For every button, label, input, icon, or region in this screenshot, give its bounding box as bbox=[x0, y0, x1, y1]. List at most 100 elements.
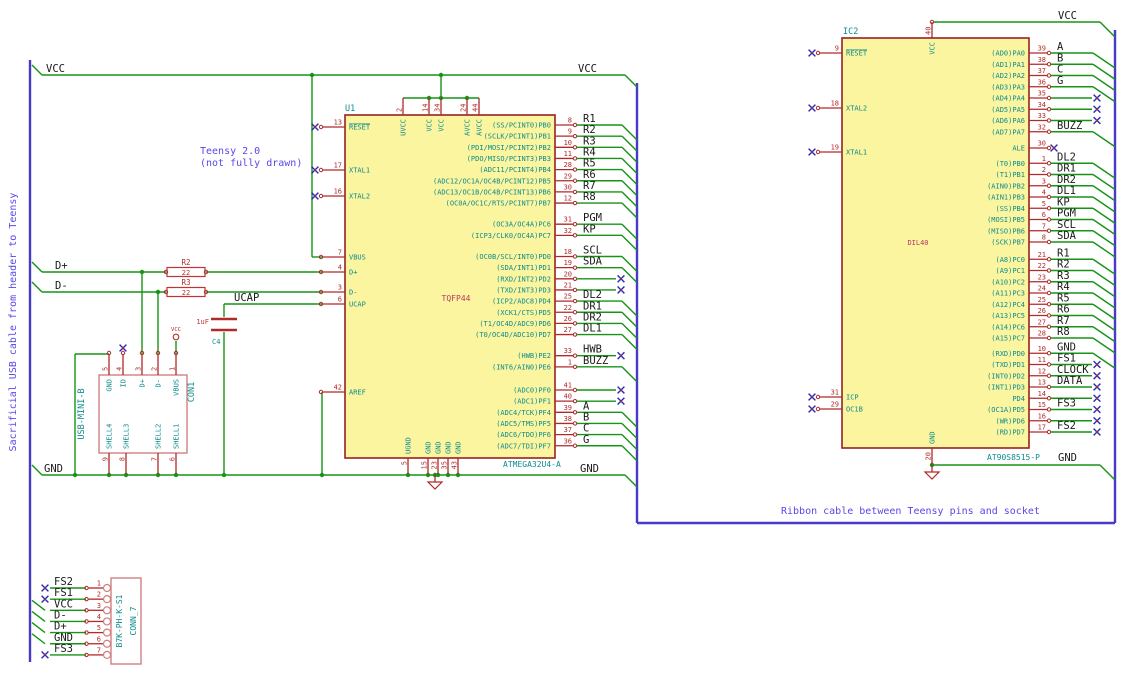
net-label[interactable]: BUZZ bbox=[583, 355, 608, 367]
net-label[interactable]: KP bbox=[1057, 196, 1070, 208]
net-label[interactable]: D+ bbox=[55, 260, 68, 272]
net-label[interactable]: DL1 bbox=[1057, 185, 1076, 197]
pin-end bbox=[620, 400, 622, 403]
pin-name: (AIN0)PB2 bbox=[987, 182, 1025, 190]
capacitor-ref[interactable]: C4 bbox=[212, 338, 220, 346]
net-label[interactable]: SDA bbox=[583, 256, 603, 268]
net-label[interactable]: R2 bbox=[1057, 259, 1070, 271]
pin-number: 39 bbox=[564, 404, 572, 412]
ground-symbol[interactable] bbox=[426, 481, 444, 490]
net-label[interactable]: FS2 bbox=[1057, 420, 1076, 432]
net-label[interactable]: CLOCK bbox=[1057, 364, 1089, 376]
bus-entry[interactable] bbox=[1092, 131, 1116, 148]
connector-pad[interactable] bbox=[102, 639, 112, 648]
pin-name: ALE bbox=[1012, 145, 1025, 153]
net-label[interactable]: D- bbox=[55, 280, 68, 292]
resistor-value[interactable]: 22 bbox=[182, 269, 190, 277]
net-label[interactable]: SDA bbox=[1057, 230, 1077, 242]
pin-name: GND bbox=[929, 431, 937, 444]
net-label[interactable]: VCC bbox=[46, 63, 65, 75]
bus-entry[interactable] bbox=[1099, 21, 1116, 38]
vcc-power-port[interactable] bbox=[172, 333, 180, 341]
resistor-ref[interactable]: R3 bbox=[181, 278, 190, 287]
component-part[interactable]: AT90S8515-P bbox=[987, 453, 1040, 462]
component-part[interactable]: B7K-PH-K-S1 bbox=[115, 594, 124, 647]
net-label[interactable]: R8 bbox=[1057, 326, 1070, 338]
connector-pad[interactable] bbox=[102, 650, 112, 660]
net-label[interactable]: DL1 bbox=[583, 323, 602, 335]
bus-entry[interactable] bbox=[31, 633, 46, 645]
net-label[interactable]: R5 bbox=[1057, 292, 1070, 304]
net-label[interactable]: R8 bbox=[583, 191, 596, 203]
net-label[interactable]: GND bbox=[1057, 341, 1076, 353]
net-label[interactable]: PGM bbox=[1057, 208, 1076, 220]
component-ref[interactable]: U1 bbox=[345, 104, 355, 114]
net-label[interactable]: B bbox=[1057, 52, 1063, 64]
bus-entry[interactable] bbox=[31, 610, 46, 623]
net-label[interactable]: R7 bbox=[1057, 315, 1070, 327]
net-label[interactable]: G bbox=[1057, 75, 1063, 87]
bus-entry[interactable] bbox=[624, 74, 638, 88]
connector-pad[interactable] bbox=[102, 628, 112, 637]
bus-entry[interactable] bbox=[31, 261, 43, 273]
component-part[interactable]: USB-MINI-B bbox=[77, 388, 87, 439]
note-left[interactable]: Sacrificial USB cable from header to Tee… bbox=[8, 193, 19, 452]
bus-entry[interactable] bbox=[1099, 464, 1116, 481]
bus-entry[interactable] bbox=[621, 366, 638, 383]
resistor-value[interactable]: 22 bbox=[182, 289, 190, 297]
net-label[interactable]: DR2 bbox=[1057, 174, 1076, 186]
note-ribbon[interactable]: Ribbon cable between Teensy pins and soc… bbox=[781, 506, 1040, 517]
net-label[interactable]: A bbox=[1057, 41, 1064, 53]
net-label[interactable]: GND bbox=[1058, 452, 1077, 464]
pin-end bbox=[572, 298, 578, 304]
net-label[interactable]: FS3 bbox=[54, 643, 73, 655]
net-label[interactable]: DR1 bbox=[1057, 163, 1076, 175]
pin-end bbox=[1046, 239, 1052, 245]
net-label[interactable]: G bbox=[583, 434, 589, 446]
component-ref[interactable]: CONN_7 bbox=[129, 606, 138, 635]
bus-entry[interactable] bbox=[31, 281, 43, 293]
net-label[interactable]: R4 bbox=[1057, 281, 1070, 293]
net-label[interactable]: SCL bbox=[1057, 219, 1076, 231]
net-label[interactable]: R1 bbox=[1057, 247, 1070, 259]
bus-entry[interactable] bbox=[31, 464, 43, 476]
bus-entry[interactable] bbox=[31, 622, 46, 634]
connector-pad[interactable] bbox=[102, 583, 112, 593]
net-label[interactable]: VCC bbox=[578, 63, 597, 75]
pin-name: (RXD/INT2)PD2 bbox=[496, 275, 551, 283]
net-label[interactable]: KP bbox=[583, 223, 596, 235]
connector-pad[interactable] bbox=[102, 606, 112, 615]
net-label[interactable]: R3 bbox=[1057, 270, 1070, 282]
net-label[interactable]: FS1 bbox=[1057, 353, 1076, 365]
bus-entry[interactable] bbox=[624, 474, 638, 488]
component-ref[interactable]: CON1 bbox=[187, 382, 197, 402]
net-label[interactable]: BUZZ bbox=[1057, 120, 1082, 132]
resistor-ref[interactable]: R2 bbox=[181, 258, 190, 267]
pin-name: (OC0B/SCL/INT0)PD0 bbox=[475, 253, 551, 261]
note-teensy[interactable]: Teensy 2.0 bbox=[200, 146, 260, 157]
connector-pad[interactable] bbox=[102, 595, 112, 604]
net-label[interactable]: DATA bbox=[1057, 375, 1083, 387]
connector-pad[interactable] bbox=[102, 617, 112, 626]
net-label[interactable]: FS3 bbox=[1057, 398, 1076, 410]
component-ref[interactable]: IC2 bbox=[843, 27, 858, 37]
bus-entry[interactable] bbox=[31, 64, 43, 76]
pin-name: (AD0)PA0 bbox=[991, 50, 1025, 58]
net-label[interactable]: VCC bbox=[1058, 10, 1077, 22]
component-part[interactable]: ATMEGA32U4-A bbox=[503, 460, 561, 469]
pin-end bbox=[1096, 408, 1098, 411]
component-value[interactable]: TQFP44 bbox=[442, 294, 471, 303]
ground-symbol[interactable] bbox=[923, 471, 941, 480]
note-teensy[interactable]: (not fully drawn) bbox=[200, 158, 302, 169]
vcc-port-label[interactable]: VCC bbox=[171, 327, 181, 333]
net-label[interactable]: GND bbox=[44, 463, 63, 475]
pin-number: 8 bbox=[119, 457, 127, 461]
component-value[interactable]: DIL40 bbox=[907, 239, 928, 247]
net-label[interactable]: C bbox=[1057, 64, 1063, 76]
net-label[interactable]: UCAP bbox=[234, 292, 259, 304]
net-label[interactable]: DL2 bbox=[1057, 151, 1076, 163]
net-label[interactable]: R6 bbox=[1057, 304, 1070, 316]
capacitor-value[interactable]: 1uF bbox=[196, 318, 209, 326]
net-label[interactable]: GND bbox=[580, 463, 599, 475]
pin-number: 5 bbox=[401, 461, 409, 465]
